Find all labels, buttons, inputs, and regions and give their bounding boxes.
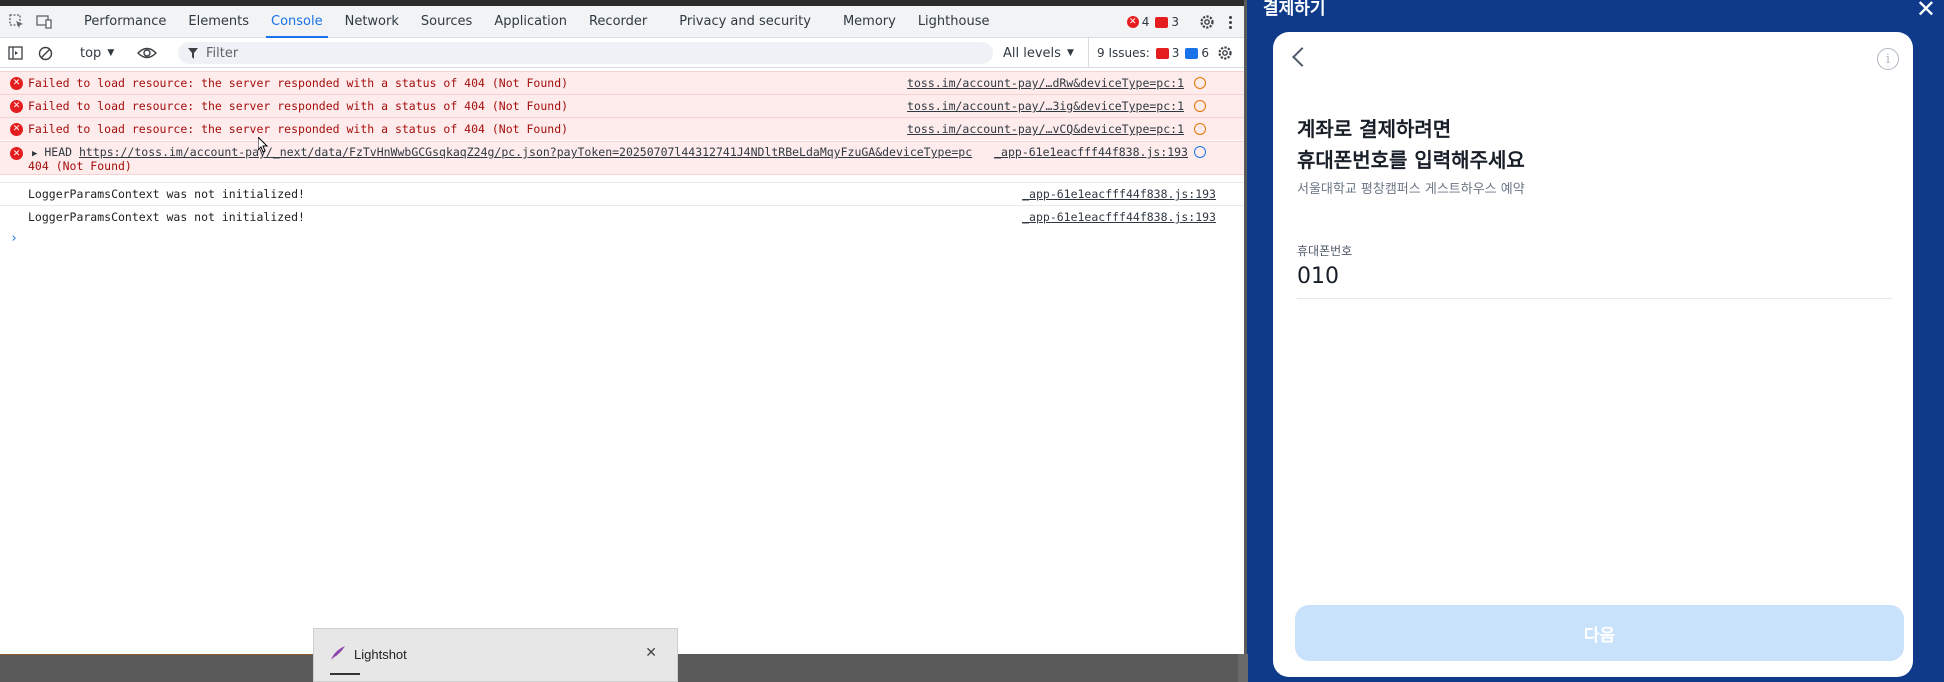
error-icon: ✕ xyxy=(10,99,23,113)
console-prompt[interactable]: › xyxy=(10,231,18,246)
message-source-link[interactable]: toss.im/account-pay/…3ig&deviceType=pc:1 xyxy=(907,99,1184,113)
tab-recorder[interactable]: Recorder xyxy=(578,6,658,38)
payment-subtitle: 서울대학교 평창캠퍼스 게스트하우스 예약 xyxy=(1297,182,1525,197)
close-icon[interactable]: ✕ xyxy=(645,644,657,661)
filter-input[interactable]: Filter xyxy=(178,42,993,64)
devtools-tabbar: Performance Elements Console Network Sou… xyxy=(0,6,1244,38)
console-log: LoggerParamsContext was not initialized!… xyxy=(0,182,1244,205)
tab-application[interactable]: Application xyxy=(483,6,578,38)
issues-error-count: 3 xyxy=(1171,46,1180,60)
filter-placeholder: Filter xyxy=(206,45,239,61)
heading-line-2: 휴대폰번호를 입력해주세요 xyxy=(1297,148,1525,172)
live-expression-eye-icon[interactable] xyxy=(137,46,157,60)
tab-network[interactable]: Network xyxy=(334,6,410,38)
back-arrow-icon[interactable] xyxy=(1292,47,1312,67)
message-source-link[interactable]: toss.im/account-pay/…dRw&deviceType=pc:1 xyxy=(907,76,1184,90)
mouse-cursor-icon xyxy=(257,135,269,156)
issues-counter[interactable]: 9 Issues: 3 6 xyxy=(1088,38,1209,68)
console-message: ✕ Failed to load resource: the server re… xyxy=(0,94,1244,117)
info-icon[interactable]: i xyxy=(1877,48,1899,70)
console-settings-gear-icon[interactable] xyxy=(1217,45,1233,61)
payment-heading: 계좌로 결제하려면 휴대폰번호를 입력해주세요 xyxy=(1297,114,1525,176)
payment-title: 결제하기 xyxy=(1263,0,1326,19)
tabbar-right: ✕ 4 3 xyxy=(1126,6,1244,38)
head-request-url[interactable]: https://toss.im/account-pay/_next/data/F… xyxy=(79,145,972,159)
tab-performance[interactable]: Performance xyxy=(73,6,177,38)
tab-memory[interactable]: Memory xyxy=(832,6,907,38)
settings-gear-icon[interactable] xyxy=(1199,14,1215,30)
close-icon[interactable]: ✕ xyxy=(1916,0,1936,23)
warning-count: 3 xyxy=(1171,15,1179,29)
tab-lighthouse[interactable]: Lighthouse xyxy=(907,6,1001,38)
filter-funnel-icon xyxy=(188,47,198,59)
network-globe-icon[interactable] xyxy=(1194,100,1206,112)
devtools-panel: Performance Elements Console Network Sou… xyxy=(0,6,1244,654)
clear-console-icon[interactable] xyxy=(38,46,53,61)
log-text: LoggerParamsContext was not initialized! xyxy=(28,210,305,224)
issue-info-icon xyxy=(1185,47,1199,59)
error-counter[interactable]: ✕ 4 3 xyxy=(1126,15,1179,29)
lightshot-title: Lightshot xyxy=(354,647,407,662)
head-request-error: ✕ ▶ HEAD https://toss.im/account-pay/_ne… xyxy=(0,141,1244,175)
lightshot-feather-icon xyxy=(330,645,346,661)
network-globe-icon[interactable] xyxy=(1194,77,1206,89)
console-message: ✕ Failed to load resource: the server re… xyxy=(0,117,1244,140)
chevron-down-icon: ▼ xyxy=(1066,48,1074,58)
context-selector[interactable]: top ▼ xyxy=(80,38,114,68)
more-options-icon[interactable] xyxy=(1229,15,1232,29)
heading-line-1: 계좌로 결제하려면 xyxy=(1297,117,1452,141)
divider xyxy=(0,654,313,655)
payment-card: i 계좌로 결제하려면 휴대폰번호를 입력해주세요 서울대학교 평창캠퍼스 게스… xyxy=(1273,32,1913,677)
screen: Performance Elements Console Network Sou… xyxy=(0,0,1944,682)
phone-field-label: 휴대폰번호 xyxy=(1297,244,1353,258)
head-method: HEAD xyxy=(44,145,73,159)
inspect-element-icon[interactable] xyxy=(7,13,25,31)
sidebar-toggle-icon[interactable] xyxy=(8,46,23,60)
levels-label: All levels xyxy=(1003,45,1061,61)
log-levels-dropdown[interactable]: All levels ▼ xyxy=(1003,38,1074,68)
head-request-status: 404 (Not Found) xyxy=(28,159,132,173)
log-source-link[interactable]: _app-61e1eacfff44f838.js:193 xyxy=(1022,210,1216,224)
console-log: LoggerParamsContext was not initialized!… xyxy=(0,205,1244,228)
message-text: Failed to load resource: the server resp… xyxy=(28,122,569,136)
tab-elements[interactable]: Elements xyxy=(177,6,260,38)
error-icon: ✕ xyxy=(1126,16,1139,28)
issues-info-count: 6 xyxy=(1201,46,1210,60)
error-icon: ✕ xyxy=(10,147,23,160)
payment-header: 결제하기 ✕ xyxy=(1247,0,1944,34)
warning-icon xyxy=(1155,16,1169,28)
head-request-source-link[interactable]: _app-61e1eacfff44f838.js:193 xyxy=(994,145,1188,159)
context-label: top xyxy=(80,45,102,61)
tab-privacy-security[interactable]: Privacy and security xyxy=(668,6,822,38)
message-text: Failed to load resource: the server resp… xyxy=(28,76,569,90)
device-toolbar-icon[interactable] xyxy=(35,13,53,31)
log-text: LoggerParamsContext was not initialized! xyxy=(28,187,305,201)
console-output: ✕ Failed to load resource: the server re… xyxy=(0,69,1244,659)
input-underline xyxy=(1297,298,1892,299)
error-icon: ✕ xyxy=(10,122,23,136)
error-count: 4 xyxy=(1141,15,1150,29)
network-globe-icon[interactable] xyxy=(1194,123,1206,135)
console-toolbar: top ▼ Filter All levels ▼ 9 Issues: 3 6 xyxy=(0,38,1244,68)
tab-console[interactable]: Console xyxy=(260,6,334,38)
network-globe-icon[interactable] xyxy=(1194,146,1206,158)
next-button[interactable]: 다음 xyxy=(1295,605,1904,661)
console-message: ✕ Failed to load resource: the server re… xyxy=(0,71,1244,94)
expand-triangle-icon[interactable]: ▶ xyxy=(32,149,37,159)
truncated-content xyxy=(330,673,360,682)
tab-sources[interactable]: Sources xyxy=(410,6,483,38)
phone-number-input[interactable]: 010 xyxy=(1297,264,1339,289)
window-gap xyxy=(1238,654,1248,682)
head-request-line[interactable]: ▶ HEAD https://toss.im/account-pay/_next… xyxy=(32,145,972,159)
issues-label: 9 Issues: xyxy=(1097,46,1150,60)
issue-error-icon xyxy=(1155,47,1169,59)
error-icon: ✕ xyxy=(10,76,23,90)
chevron-down-icon: ▼ xyxy=(107,48,115,58)
log-source-link[interactable]: _app-61e1eacfff44f838.js:193 xyxy=(1022,187,1216,201)
message-text: Failed to load resource: the server resp… xyxy=(28,99,569,113)
message-source-link[interactable]: toss.im/account-pay/…vCQ&deviceType=pc:1 xyxy=(907,122,1184,136)
lightshot-notification[interactable]: Lightshot ✕ xyxy=(313,628,678,682)
